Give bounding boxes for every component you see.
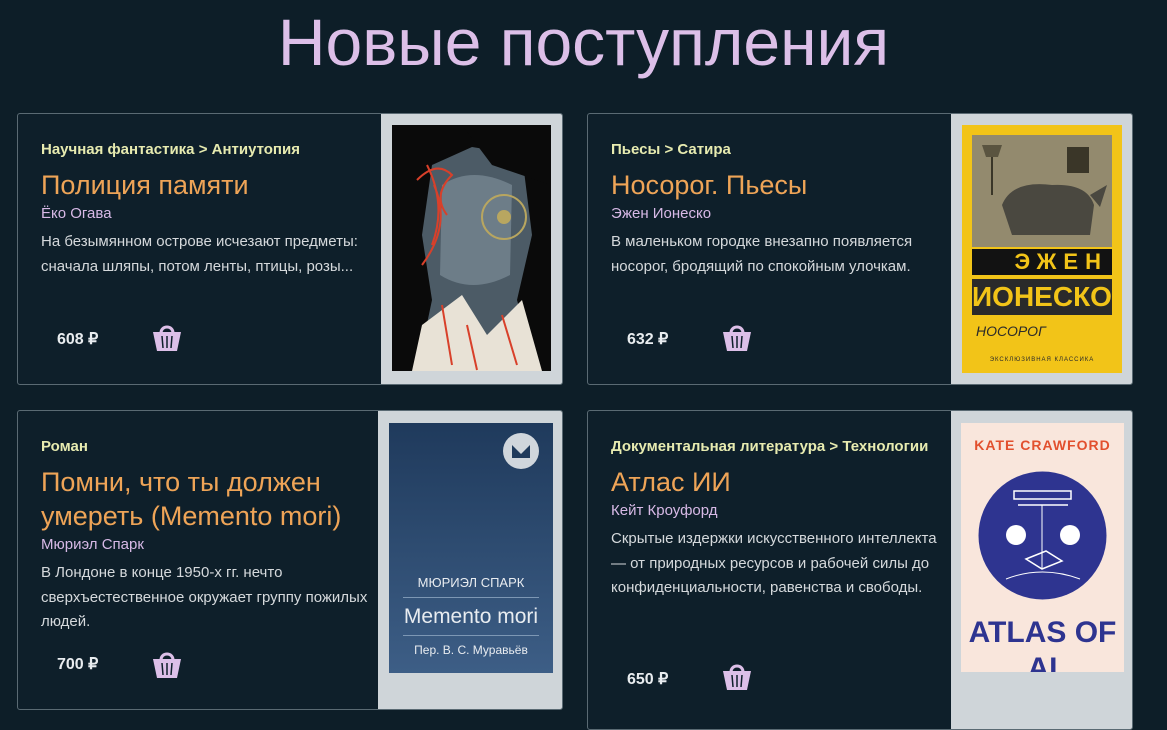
book-genre[interactable]: Пьесы > Сатира [611,138,941,162]
book-genre[interactable]: Роман [41,435,371,459]
cart-icon[interactable] [722,320,752,352]
book-description: На безымянном острове исчезают предметы:… [41,233,358,275]
book-cover[interactable]: МЮРИЭЛ СПАРК Memento mori Пер. В. С. Мур… [389,423,553,673]
cover-series: ЭКСКЛЮЗИВНАЯ КЛАССИКА [989,357,1095,363]
book-price: 650 ₽ [627,671,669,688]
cover-author: МЮРИЭЛ СПАРК [417,575,525,590]
book-card[interactable]: Научная фантастика > Антиутопия Полиция … [17,113,563,385]
cover-title: НОСОРОГ [976,323,1046,339]
book-price: 608 ₽ [57,331,99,348]
cover-panel: МЮРИЭЛ СПАРК Memento mori Пер. В. С. Мур… [378,411,562,709]
book-card[interactable]: Роман Помни, что ты должен умереть (Meme… [17,410,563,710]
book-cover[interactable]: ЭЖЕН ИОНЕСКО НОСОРОГ ЭКСКЛЮЗИВНАЯ КЛАССИ… [962,125,1122,373]
cart-icon[interactable] [152,647,182,679]
book-author[interactable]: Кейт Кроуфорд [611,501,946,521]
book-description: В маленьком городке внезапно появляется … [611,233,913,275]
book-title[interactable]: Носорог. Пьесы [611,168,941,202]
cover-panel [381,114,562,384]
publisher-logo-icon [503,433,539,469]
book-author[interactable]: Эжен Ионеско [611,204,941,224]
book-cover[interactable] [392,125,551,371]
book-card[interactable]: Документальная литература > Технологии А… [587,410,1133,730]
book-cover[interactable]: KATE CRAWFORD ATLAS OF AI [961,423,1124,672]
book-description: Скрытые издержки искусственного интеллек… [611,530,937,596]
book-card[interactable]: Пьесы > Сатира Носорог. Пьесы Эжен Ионес… [587,113,1133,385]
cover-panel: KATE CRAWFORD ATLAS OF AI [951,411,1132,729]
book-price: 632 ₽ [627,331,669,348]
book-author[interactable]: Ёко Огава [41,204,371,224]
cover-author: KATE CRAWFORD [974,437,1111,453]
book-author[interactable]: Мюриэл Спарк [41,535,371,555]
cover-author-main: ИОНЕСКО [972,279,1112,315]
cover-title: ATLAS OF AI [968,616,1117,672]
page-title: Новые поступления [277,5,890,79]
book-genre[interactable]: Научная фантастика > Антиутопия [41,138,371,162]
cart-icon[interactable] [152,320,182,352]
cover-author-top: ЭЖЕН [972,249,1112,275]
cover-illustration [978,471,1107,600]
cover-translator: Пер. В. С. Муравьёв [414,643,528,657]
book-title[interactable]: Помни, что ты должен умереть (Memento mo… [41,465,371,533]
book-description: В Лондоне в конце 1950-х гг. нечто сверх… [41,564,368,630]
cover-title: Memento mori [403,605,539,628]
cover-panel: ЭЖЕН ИОНЕСКО НОСОРОГ ЭКСКЛЮЗИВНАЯ КЛАССИ… [951,114,1132,384]
book-title[interactable]: Атлас ИИ [611,465,946,499]
cart-icon[interactable] [722,659,752,691]
book-price: 700 ₽ [57,656,99,673]
book-genre[interactable]: Документальная литература > Технологии [611,435,946,459]
book-title[interactable]: Полиция памяти [41,168,371,202]
